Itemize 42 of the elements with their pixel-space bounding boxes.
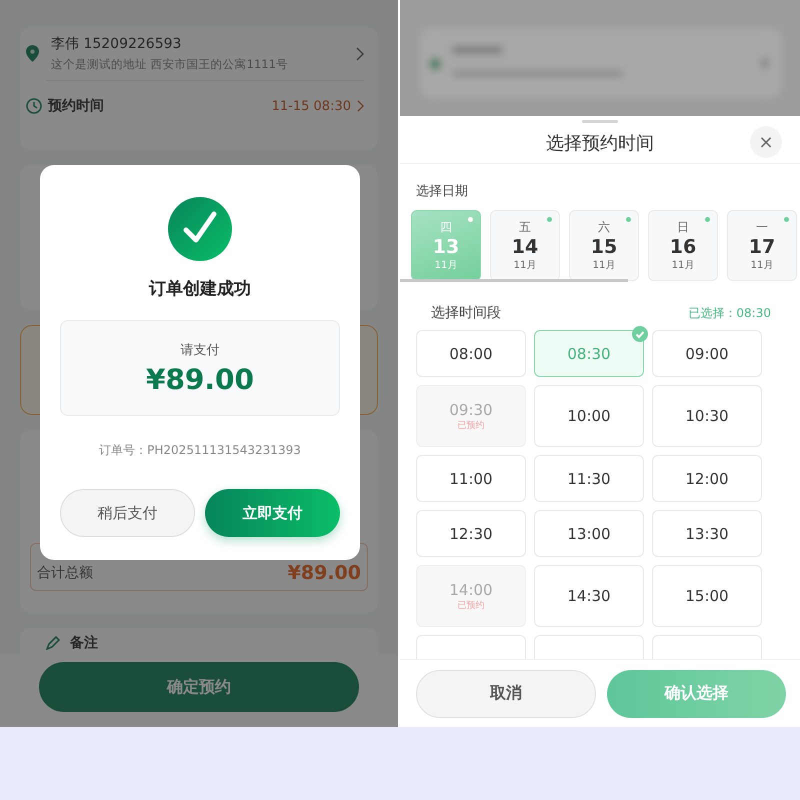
appointment-label: 预约时间	[48, 97, 105, 115]
date-card[interactable]: 一 17 11月	[727, 210, 797, 281]
time-slot[interactable]: 08:00	[416, 330, 526, 377]
date-card[interactable]: 五 14 11月	[490, 210, 560, 281]
dialog-title: 订单创建成功	[149, 278, 251, 300]
time-slot[interactable]: 15:00	[652, 565, 762, 627]
time-slot[interactable]: 10:30	[652, 385, 762, 447]
sheet-title: 选择预约时间	[546, 132, 654, 155]
time-slot[interactable]: 11:30	[534, 455, 644, 502]
cancel-button[interactable]: 取消	[416, 670, 596, 718]
address-text: 这个是测试的地址 西安市国王的公寓1111号	[51, 57, 289, 72]
date-card[interactable]: 六 15 11月	[569, 210, 639, 281]
pen-icon	[46, 636, 60, 650]
time-slot[interactable]: 14:30	[534, 565, 644, 627]
drag-handle[interactable]	[582, 120, 618, 123]
remark-label: 备注	[70, 634, 98, 652]
chevron-right-icon[interactable]	[356, 46, 364, 60]
time-slot[interactable]: 13:30	[652, 510, 762, 557]
chevron-right-icon[interactable]	[357, 100, 364, 112]
date-section-label: 选择日期	[415, 183, 469, 200]
time-slot[interactable]: 11:00	[416, 455, 526, 502]
pay-label: 请支付	[180, 342, 220, 358]
order-number: 订单号：PH202511131543231393	[99, 442, 301, 459]
time-slot[interactable]: 09:00	[652, 330, 762, 377]
contact-name: 李伟 15209226593	[51, 35, 182, 53]
time-slot[interactable]: 13:00	[534, 510, 644, 557]
total-amount: ¥89.00	[288, 562, 361, 584]
time-slot[interactable]: 12:30	[416, 510, 526, 557]
date-card[interactable]: 日 16 11月	[648, 210, 718, 281]
close-button[interactable]: ×	[750, 126, 782, 158]
pay-now-button[interactable]: 立即支付	[205, 489, 340, 537]
pay-amount: ¥89.00	[146, 362, 254, 396]
clock-icon	[26, 98, 42, 114]
scrollbar[interactable]	[400, 279, 628, 282]
time-slot[interactable]: 10:00	[534, 385, 644, 447]
selected-time-text: 已选择：08:30	[688, 304, 771, 322]
location-pin-icon	[26, 45, 39, 62]
checkmark-icon	[168, 197, 232, 261]
pay-later-button[interactable]: 稍后支付	[60, 489, 195, 537]
total-label: 合计总额	[37, 564, 93, 583]
time-section-label: 选择时间段	[431, 304, 501, 322]
time-slot[interactable]: 12:00	[652, 455, 762, 502]
